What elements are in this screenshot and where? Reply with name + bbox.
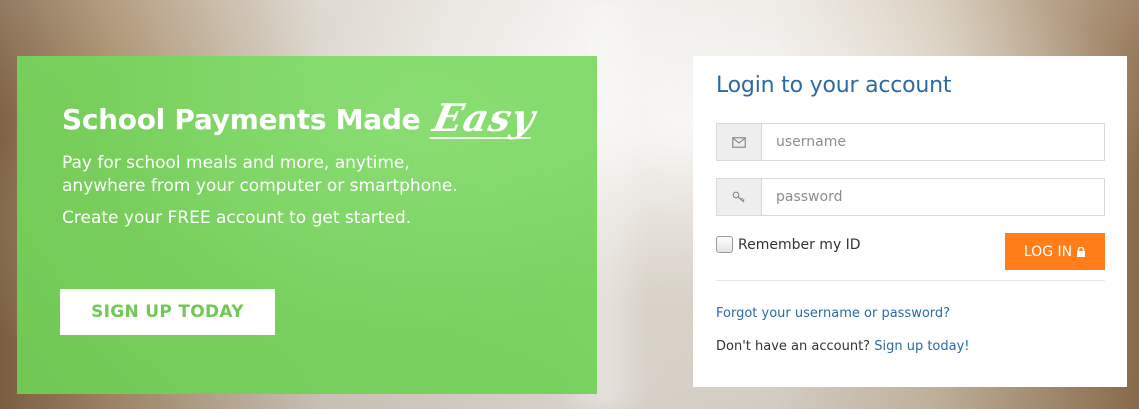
password-input[interactable] xyxy=(762,179,1104,215)
hero-title-prefix: School Payments Made xyxy=(62,103,421,136)
envelope-icon xyxy=(717,124,762,160)
log-in-button-label: LOG IN xyxy=(1023,243,1073,260)
sign-up-button[interactable]: SIGN UP TODAY xyxy=(60,289,275,335)
hero-cta-text: Create your FREE account to get started. xyxy=(62,208,412,228)
hero-panel: School Payments Made Easy Pay for school… xyxy=(17,56,597,394)
sign-up-link[interactable]: Sign up today! xyxy=(874,339,969,354)
hero-title-accent: Easy xyxy=(428,95,540,140)
hero-description: Pay for school meals and more, anytime, … xyxy=(62,152,597,198)
username-field xyxy=(716,123,1105,161)
log-in-button[interactable]: LOG IN xyxy=(1005,233,1105,270)
username-input[interactable] xyxy=(762,124,1104,160)
hero-title: School Payments Made Easy xyxy=(62,95,597,140)
remember-label: Remember my ID xyxy=(738,236,861,253)
password-field xyxy=(716,178,1105,216)
login-card: Login to your account Remember my ID xyxy=(693,56,1127,387)
no-account-text: Don't have an account? Sign up today! xyxy=(716,339,970,354)
login-divider xyxy=(716,280,1105,281)
forgot-credentials-link[interactable]: Forgot your username or password? xyxy=(716,306,950,321)
login-title: Login to your account xyxy=(716,73,952,98)
key-icon xyxy=(717,179,762,215)
no-account-label: Don't have an account? xyxy=(716,339,871,354)
hero-description-line-1: Pay for school meals and more, anytime, xyxy=(62,153,410,173)
lock-icon xyxy=(1076,246,1086,257)
remember-my-id[interactable]: Remember my ID xyxy=(716,236,861,253)
page-background: School Payments Made Easy Pay for school… xyxy=(0,0,1139,409)
hero-description-line-2: anywhere from your computer or smartphon… xyxy=(62,176,458,196)
remember-checkbox[interactable] xyxy=(716,236,733,253)
